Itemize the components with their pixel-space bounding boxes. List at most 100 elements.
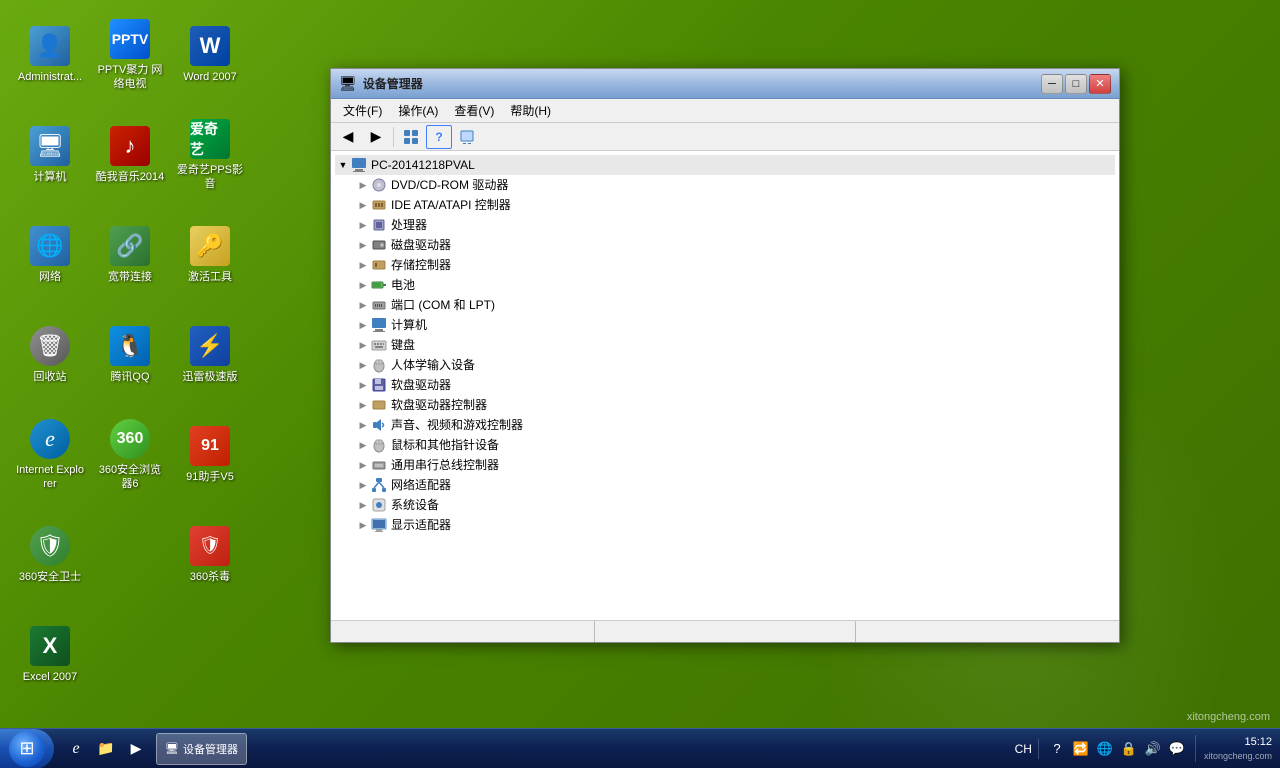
toolbar-forward-button[interactable]: ▶ bbox=[363, 125, 389, 149]
desktop-icon-360kill[interactable]: 🛡 360杀毒 bbox=[170, 510, 250, 600]
taskbar-device-manager-item[interactable]: 🖥 设备管理器 bbox=[156, 733, 247, 765]
menu-action[interactable]: 操作(A) bbox=[390, 100, 446, 121]
port-expander[interactable]: ▶ bbox=[355, 297, 371, 313]
desktop-icon-computer[interactable]: 🖥 计算机 bbox=[10, 110, 90, 200]
close-button[interactable]: ✕ bbox=[1089, 74, 1111, 94]
iqiyi-icon: 爱奇艺 bbox=[190, 119, 230, 159]
tree-item-hid[interactable]: ▶ 人体学输入设备 bbox=[335, 355, 1115, 375]
desktop-icon-91-2[interactable]: 91 91助手V5 bbox=[170, 410, 250, 500]
tree-item-sound[interactable]: ▶ 声音、视频和游戏控制器 bbox=[335, 415, 1115, 435]
menu-help[interactable]: 帮助(H) bbox=[502, 100, 559, 121]
keyboard-expander[interactable]: ▶ bbox=[355, 337, 371, 353]
toolbar-help-button[interactable]: ? bbox=[426, 125, 452, 149]
tray-message-icon[interactable]: 💬 bbox=[1167, 739, 1187, 759]
tree-item-system[interactable]: ▶ 系统设备 bbox=[335, 495, 1115, 515]
mouse-label: 鼠标和其他指针设备 bbox=[391, 439, 499, 451]
cpu-expander[interactable]: ▶ bbox=[355, 217, 371, 233]
ide-expander[interactable]: ▶ bbox=[355, 197, 371, 213]
quick-media-button[interactable]: ▶ bbox=[122, 734, 150, 764]
sound-label: 声音、视频和游戏控制器 bbox=[391, 419, 523, 431]
tray-help-icon[interactable]: ? bbox=[1047, 739, 1067, 759]
taskbar-clock[interactable]: 15:12 xitongcheng.com bbox=[1195, 735, 1280, 763]
quick-ie-button[interactable]: e bbox=[62, 734, 90, 764]
battery-expander[interactable]: ▶ bbox=[355, 277, 371, 293]
window-tree-content[interactable]: ▼ PC-20141218PVAL ▶ bbox=[331, 151, 1119, 620]
minimize-button[interactable]: ─ bbox=[1041, 74, 1063, 94]
usb-expander[interactable]: ▶ bbox=[355, 457, 371, 473]
port-label: 端口 (COM 和 LPT) bbox=[391, 299, 495, 311]
desktop-icon-recycle[interactable]: 🗑 回收站 bbox=[10, 310, 90, 400]
desktop-icon-qq[interactable]: 🐧 腾讯QQ bbox=[90, 310, 170, 400]
tree-item-usb[interactable]: ▶ 通用串行总线控制器 bbox=[335, 455, 1115, 475]
desktop-icon-iqiyi[interactable]: 爱奇艺 爱奇艺PPS影音 bbox=[170, 110, 250, 200]
tree-item-cpu[interactable]: ▶ 处理器 bbox=[335, 215, 1115, 235]
desktop-icon-broadband[interactable]: 🔗 宽带连接 bbox=[90, 210, 170, 300]
taskbar-item-label: 设备管理器 bbox=[183, 741, 238, 757]
tree-item-port[interactable]: ▶ 端口 (COM 和 LPT) bbox=[335, 295, 1115, 315]
watermark: xitongcheng.com bbox=[1187, 711, 1270, 723]
sound-expander[interactable]: ▶ bbox=[355, 417, 371, 433]
desktop-icon-thunder[interactable]: ⚡ 迅雷极速版 bbox=[170, 310, 250, 400]
tree-item-display[interactable]: ▶ 显示适配器 bbox=[335, 515, 1115, 535]
desktop-icon-excel[interactable]: X Excel 2007 bbox=[10, 610, 90, 700]
word-icon: W bbox=[190, 26, 230, 66]
desktop-icon-ie[interactable]: e Internet Explorer bbox=[10, 410, 90, 500]
quick-folder-button[interactable]: 📁 bbox=[92, 734, 120, 764]
desktop-icon-word[interactable]: W Word 2007 bbox=[170, 10, 250, 100]
menu-view[interactable]: 查看(V) bbox=[446, 100, 502, 121]
tree-item-battery[interactable]: ▶ 电池 bbox=[335, 275, 1115, 295]
disk-expander[interactable]: ▶ bbox=[355, 237, 371, 253]
hid-expander[interactable]: ▶ bbox=[355, 357, 371, 373]
display-expander[interactable]: ▶ bbox=[355, 517, 371, 533]
broadband-icon: 🔗 bbox=[110, 226, 150, 266]
tree-item-mouse[interactable]: ▶ 鼠标和其他指针设备 bbox=[335, 435, 1115, 455]
storage-expander[interactable]: ▶ bbox=[355, 257, 371, 273]
desktop-icon-activate[interactable]: 🔑 激活工具 bbox=[170, 210, 250, 300]
broadband-label: 宽带连接 bbox=[108, 270, 152, 284]
device-manager-window: 🖥 设备管理器 ─ □ ✕ 文件(F) 操作(A) 查看(V) 帮助(H) ◀ … bbox=[330, 68, 1120, 643]
toolbar-props-button[interactable] bbox=[454, 125, 480, 149]
clock-watermark: xitongcheng.com bbox=[1204, 750, 1272, 763]
desktop-icon-360browser[interactable]: 360 360安全浏览器6 bbox=[90, 410, 170, 500]
root-expander[interactable]: ▼ bbox=[335, 157, 351, 173]
tray-refresh-icon[interactable]: 🔁 bbox=[1071, 739, 1091, 759]
tray-volume-icon[interactable]: 🔊 bbox=[1143, 739, 1163, 759]
storage-icon bbox=[371, 257, 387, 273]
desktop-icon-administrator[interactable]: 👤 Administrat... bbox=[10, 10, 90, 100]
floppy-ctrl-expander[interactable]: ▶ bbox=[355, 397, 371, 413]
start-button[interactable]: ⊞ bbox=[0, 729, 54, 768]
desktop-icon-pptv[interactable]: PPTV PPTV聚力 网络电视 bbox=[90, 10, 170, 100]
tree-item-disk[interactable]: ▶ 磁盘驱动器 bbox=[335, 235, 1115, 255]
tree-item-floppy-ctrl[interactable]: ▶ 软盘驱动器控制器 bbox=[335, 395, 1115, 415]
desktop-icon-360guard[interactable]: 🛡 360安全卫士 bbox=[10, 510, 90, 600]
pptv-label: PPTV聚力 网络电视 bbox=[95, 63, 165, 92]
dvd-expander[interactable]: ▶ bbox=[355, 177, 371, 193]
keyboard-icon bbox=[371, 337, 387, 353]
recycle-icon: 🗑 bbox=[30, 326, 70, 366]
tray-security-icon[interactable]: 🔒 bbox=[1119, 739, 1139, 759]
mouse-expander[interactable]: ▶ bbox=[355, 437, 371, 453]
desktop-icon-network[interactable]: 🌐 网络 bbox=[10, 210, 90, 300]
tree-item-keyboard[interactable]: ▶ 键盘 bbox=[335, 335, 1115, 355]
computer-item-expander[interactable]: ▶ bbox=[355, 317, 371, 333]
desktop-icon-music[interactable]: ♪ 酷我音乐2014 bbox=[90, 110, 170, 200]
tree-item-dvd[interactable]: ▶ DVD/CD-ROM 驱动器 bbox=[335, 175, 1115, 195]
tree-root-row[interactable]: ▼ PC-20141218PVAL bbox=[335, 155, 1115, 175]
taskbar-language-indicator[interactable]: CH bbox=[1009, 742, 1038, 756]
menu-file[interactable]: 文件(F) bbox=[335, 100, 390, 121]
floppy-expander[interactable]: ▶ bbox=[355, 377, 371, 393]
tree-item-floppy[interactable]: ▶ 软盘驱动器 bbox=[335, 375, 1115, 395]
tray-network-icon[interactable]: 🌐 bbox=[1095, 739, 1115, 759]
network-item-expander[interactable]: ▶ bbox=[355, 477, 371, 493]
tree-item-ide[interactable]: ▶ IDE ATA/ATAPI 控制器 bbox=[335, 195, 1115, 215]
toolbar-back-button[interactable]: ◀ bbox=[335, 125, 361, 149]
tree-item-storage[interactable]: ▶ 存储控制器 bbox=[335, 255, 1115, 275]
tree-item-computer[interactable]: ▶ 计算机 bbox=[335, 315, 1115, 335]
maximize-button[interactable]: □ bbox=[1065, 74, 1087, 94]
sound-icon bbox=[371, 417, 387, 433]
usb-icon bbox=[371, 457, 387, 473]
360browser-icon: 360 bbox=[110, 419, 150, 459]
system-expander[interactable]: ▶ bbox=[355, 497, 371, 513]
tree-item-network[interactable]: ▶ 网络适配器 bbox=[335, 475, 1115, 495]
toolbar-overview-button[interactable] bbox=[398, 125, 424, 149]
